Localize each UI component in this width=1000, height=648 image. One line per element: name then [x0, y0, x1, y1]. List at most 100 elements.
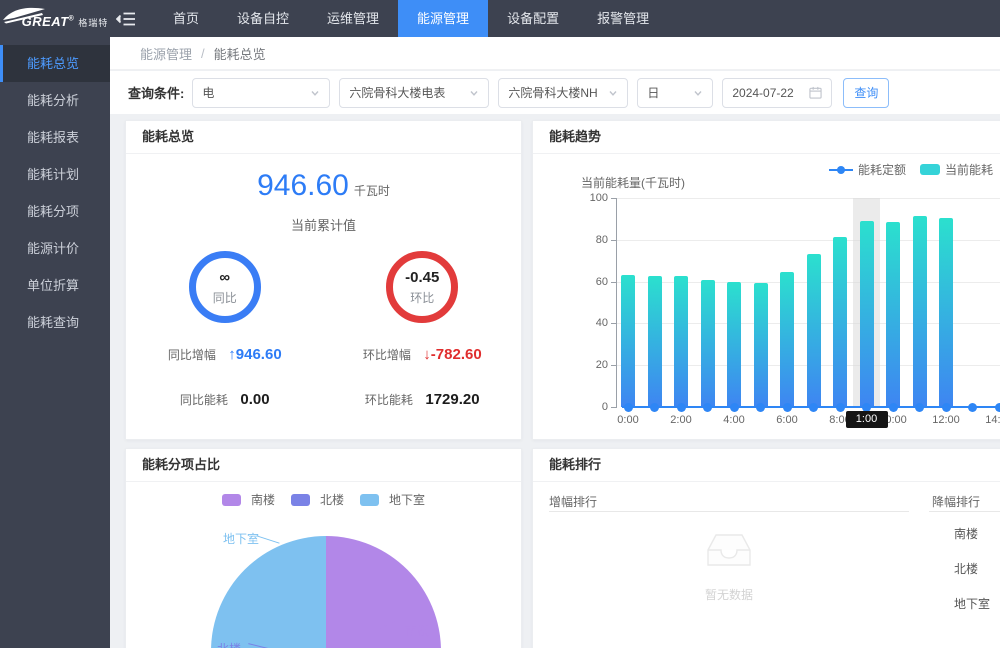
total-consumption-unit: 千瓦时: [354, 184, 390, 198]
main-menu: 首页设备自控运维管理能源管理设备配置报警管理: [154, 0, 668, 37]
sidebar-item-能耗报表[interactable]: 能耗报表: [0, 119, 110, 156]
brand-logo: GREAT® 格瑞特: [0, 0, 110, 37]
energy-trend-card: 能耗趋势 能耗定额 当前能耗 当前能耗量(千瓦时) 0204060801000:…: [532, 120, 1000, 440]
pie-legend-item-地下室[interactable]: 地下室: [360, 491, 425, 508]
chevron-down-icon: [310, 88, 320, 98]
pie-label-south: 南楼: [405, 622, 429, 639]
query-select-value: 电: [202, 84, 214, 101]
ranking-down-item-南楼: 南楼: [954, 525, 978, 542]
energy-overview-card: 能耗总览 946.60千瓦时 当前累计值 ∞ 同比 -0.45 环比 同比增幅: [125, 120, 522, 440]
yoy-ring: ∞ 同比: [189, 251, 261, 323]
calendar-icon: [809, 86, 822, 99]
x-tick-label: 14:00: [977, 414, 1000, 426]
sidebar-item-能耗查询[interactable]: 能耗查询: [0, 304, 110, 341]
ranking-empty-text: 暂无数据: [549, 586, 909, 603]
total-consumption: 946.60千瓦时: [126, 169, 521, 203]
date-picker[interactable]: 2024-07-22: [722, 78, 832, 108]
total-consumption-label: 当前累计值: [126, 215, 521, 234]
query-select-value: 六院骨科大楼NH: [508, 84, 597, 101]
query-conditions-label: 查询条件:: [128, 83, 184, 102]
consumption-bar[interactable]: [807, 254, 821, 407]
consumption-bar[interactable]: [648, 276, 662, 407]
x-tick-label: 0:00: [606, 414, 650, 426]
query-bar: 查询条件: 电 六院骨科大楼电表 六院骨科大楼NH 日 2024-07-22 查询: [110, 71, 1000, 114]
ranking-up-divider: [549, 511, 909, 512]
sidebar-item-能耗计划[interactable]: 能耗计划: [0, 156, 110, 193]
sidebar-item-能耗总览[interactable]: 能耗总览: [0, 45, 110, 82]
yoy-growth-value: ↑946.60: [228, 346, 281, 363]
query-select-value: 日: [647, 84, 659, 101]
x-tick-label: 12:00: [924, 414, 968, 426]
breadcrumb-current: 能耗总览: [214, 44, 266, 63]
pie-legend-item-南楼[interactable]: 南楼: [222, 491, 275, 508]
trend-chart[interactable]: 0204060801000:002:004:006:008:0010:0012:…: [533, 121, 1000, 441]
pie-legend-item-北楼[interactable]: 北楼: [291, 491, 344, 508]
y-tick-label: 40: [578, 317, 608, 329]
legend-label: 地下室: [389, 491, 425, 508]
mom-growth-label: 环比增幅: [363, 348, 411, 362]
consumption-bar[interactable]: [674, 276, 688, 407]
sidebar-item-能耗分析[interactable]: 能耗分析: [0, 82, 110, 119]
quota-dot: [968, 403, 977, 412]
query-select-value: 六院骨科大楼电表: [349, 84, 445, 101]
query-select-3[interactable]: 日: [637, 78, 713, 108]
nav-item-报警管理[interactable]: 报警管理: [578, 0, 668, 37]
nav-item-运维管理[interactable]: 运维管理: [308, 0, 398, 37]
search-button[interactable]: 查询: [843, 78, 889, 108]
quota-dot: [730, 403, 739, 412]
sidebar-item-单位折算[interactable]: 单位折算: [0, 267, 110, 304]
consumption-bar[interactable]: [860, 221, 874, 407]
energy-dashboard-page: GREAT® 格瑞特 首页设备自控运维管理能源管理设备配置报警管理 能耗总览能耗…: [0, 0, 1000, 648]
menu-fold-icon[interactable]: [116, 11, 136, 27]
quota-dot: [995, 403, 1000, 412]
quota-dot: [703, 403, 712, 412]
legend-swatch-icon: [222, 494, 241, 506]
consumption-bar[interactable]: [780, 272, 794, 407]
nav-item-设备配置[interactable]: 设备配置: [488, 0, 578, 37]
yoy-ring-value: ∞: [219, 269, 230, 286]
consumption-bar[interactable]: [754, 283, 768, 407]
consumption-bar[interactable]: [701, 280, 715, 407]
quota-dot: [650, 403, 659, 412]
brand-name-cn: 格瑞特: [78, 16, 108, 29]
y-axis-line: [616, 198, 617, 408]
sidebar: 能耗总览能耗分析能耗报表能耗计划能耗分项能源计价单位折算能耗查询: [0, 37, 110, 648]
brand-name: GREAT®: [22, 14, 75, 29]
nav-item-首页[interactable]: 首页: [154, 0, 218, 37]
consumption-bar[interactable]: [727, 282, 741, 407]
consumption-bar[interactable]: [833, 237, 847, 407]
mom-ring-label: 环比: [410, 289, 434, 306]
consumption-bar[interactable]: [621, 275, 635, 407]
yoy-ring-label: 同比: [213, 289, 237, 306]
mom-ring: -0.45 环比: [386, 251, 458, 323]
date-value: 2024-07-22: [732, 86, 793, 100]
quota-dot: [915, 403, 924, 412]
nav-item-能源管理[interactable]: 能源管理: [398, 0, 488, 37]
query-select-2[interactable]: 六院骨科大楼NH: [498, 78, 628, 108]
chevron-down-icon: [693, 88, 703, 98]
mom-energy-value: 1729.20: [425, 391, 479, 408]
quota-dot: [677, 403, 686, 412]
quota-dot: [809, 403, 818, 412]
query-select-1[interactable]: 六院骨科大楼电表: [339, 78, 489, 108]
breadcrumb-section[interactable]: 能源管理: [140, 44, 192, 63]
pie-label-line-basement: [256, 535, 279, 543]
nav-item-设备自控[interactable]: 设备自控: [218, 0, 308, 37]
consumption-bar[interactable]: [913, 216, 927, 407]
quota-dot: [783, 403, 792, 412]
sidebar-item-能源计价[interactable]: 能源计价: [0, 230, 110, 267]
pie-label-north: 北楼: [217, 640, 241, 648]
y-tick-label: 80: [578, 234, 608, 246]
query-select-0[interactable]: 电: [192, 78, 330, 108]
empty-inbox-icon: [699, 529, 759, 571]
ranking-down-divider: [929, 511, 1000, 512]
quota-dot: [942, 403, 951, 412]
quota-dot: [756, 403, 765, 412]
breadcrumb-separator: /: [201, 46, 205, 61]
breakdown-card-title: 能耗分项占比: [126, 449, 521, 482]
consumption-bar[interactable]: [939, 218, 953, 407]
sidebar-item-能耗分项[interactable]: 能耗分项: [0, 193, 110, 230]
yoy-energy-value: 0.00: [240, 391, 269, 408]
consumption-bar[interactable]: [886, 222, 900, 407]
y-tick-label: 100: [578, 192, 608, 204]
